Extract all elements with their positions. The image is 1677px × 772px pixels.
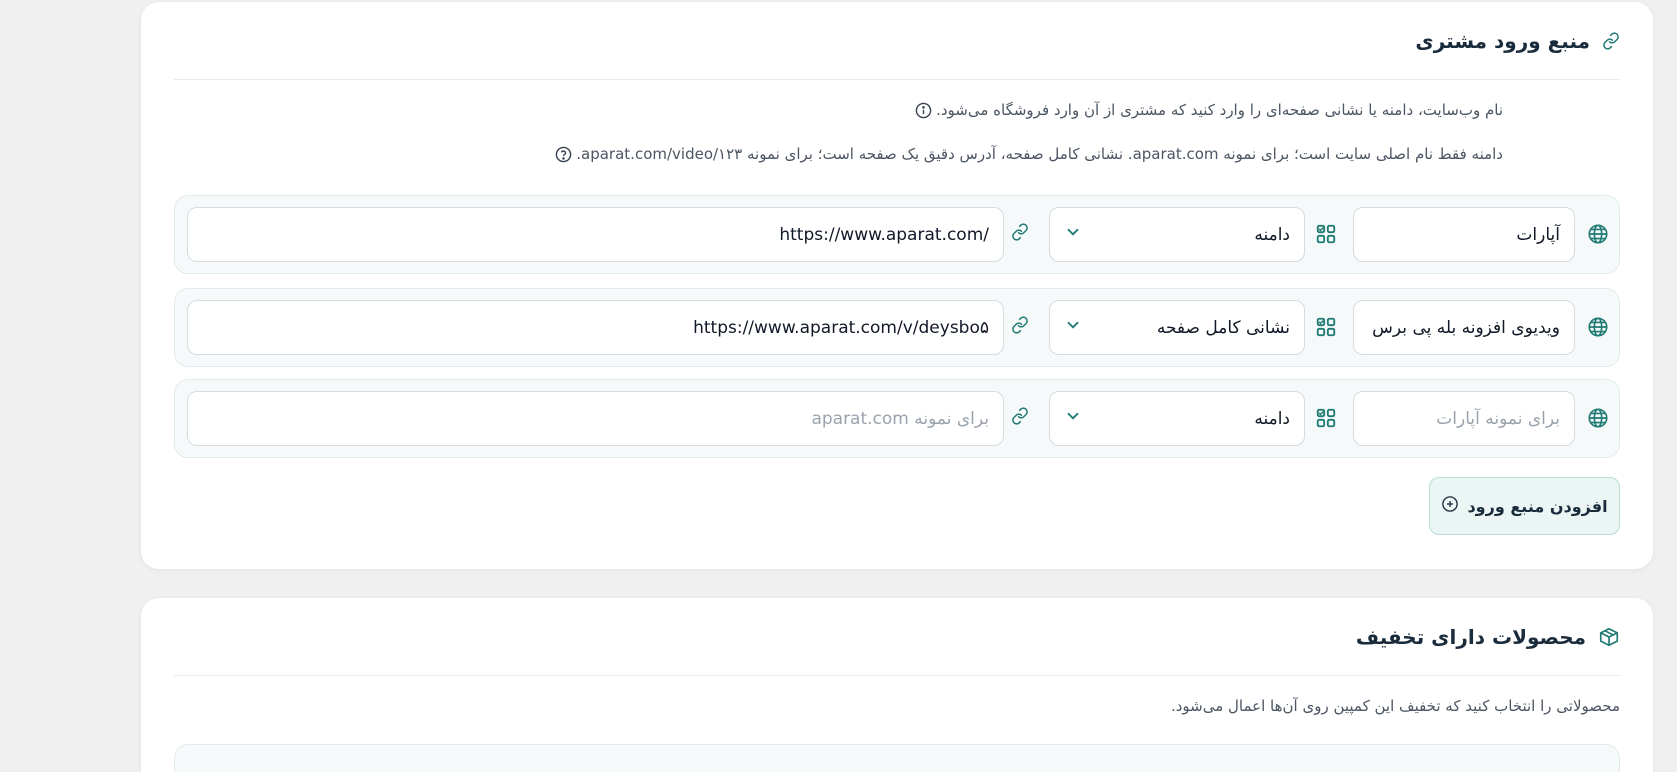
name-placeholder: برای نمونه آپارات (1436, 408, 1560, 429)
source-type-select[interactable]: دامنه (1049, 391, 1305, 446)
source-type-select[interactable]: دامنه (1049, 207, 1305, 262)
box-icon (1598, 626, 1620, 648)
help-icon (555, 146, 572, 163)
source-type-value: نشانی کامل صفحه (1156, 317, 1290, 338)
products-card-header: محصولات دارای تخفیف (174, 598, 1620, 676)
chevron-down-icon (1064, 316, 1082, 339)
globe-icon (1587, 223, 1609, 245)
link-icon (1602, 31, 1620, 50)
source-type-value: دامنه (1254, 408, 1290, 429)
source-url-input[interactable]: https://www.aparat.com/ (187, 207, 1004, 262)
grid-icon (1315, 223, 1337, 245)
info-icon (915, 102, 932, 119)
grid-icon (1315, 316, 1337, 338)
source-url-input[interactable]: برای نمونه aparat.com (187, 391, 1004, 446)
source-name-input[interactable]: آپارات (1353, 207, 1575, 262)
source-type-select[interactable]: نشانی کامل صفحه (1049, 300, 1305, 355)
source-card: منبع ورود مشتری (141, 2, 1653, 569)
info-text: نام وب‌سایت، دامنه یا نشانی صفحه‌ای را و… (936, 101, 1503, 119)
add-source-button[interactable]: افزودن منبع ورود (1429, 477, 1620, 535)
source-type-value: دامنه (1254, 224, 1290, 245)
link-icon (1011, 223, 1029, 241)
source-name-input[interactable]: برای نمونه آپارات (1353, 391, 1575, 446)
globe-icon (1587, 316, 1609, 338)
help-text: دامنه فقط نام اصلی سایت است؛ برای نمونه … (576, 145, 1503, 163)
add-source-label: افزودن منبع ورود (1467, 496, 1608, 516)
source-row: برای نمونه آپارات دامنه برای نمونه apara… (174, 379, 1620, 458)
plus-circle-icon (1441, 495, 1459, 517)
products-description: محصولاتی را انتخاب کنید که تخفیف این کمپ… (1170, 697, 1620, 715)
source-row: ویدیوی افزونه بله پی برس نشانی کامل صفحه… (174, 288, 1620, 367)
chevron-down-icon (1064, 407, 1082, 430)
source-name-input[interactable]: ویدیوی افزونه بله پی برس (1353, 300, 1575, 355)
link-icon (1011, 316, 1029, 334)
source-card-header: منبع ورود مشتری (174, 2, 1620, 80)
help-line: دامنه فقط نام اصلی سایت است؛ برای نمونه … (555, 145, 1503, 163)
link-icon (1011, 407, 1029, 425)
source-url-input[interactable]: https://www.aparat.com/v/deysbo۵ (187, 300, 1004, 355)
section-title: محصولات دارای تخفیف (1355, 624, 1586, 649)
source-row: آپارات دامنه https://www.aparat.com/ (174, 195, 1620, 274)
url-placeholder: برای نمونه aparat.com (811, 408, 989, 429)
globe-icon (1587, 407, 1609, 429)
section-title: منبع ورود مشتری (1415, 28, 1590, 53)
grid-icon (1315, 407, 1337, 429)
products-selector[interactable] (174, 744, 1620, 772)
info-line: نام وب‌سایت، دامنه یا نشانی صفحه‌ای را و… (915, 101, 1503, 119)
chevron-down-icon (1064, 223, 1082, 246)
